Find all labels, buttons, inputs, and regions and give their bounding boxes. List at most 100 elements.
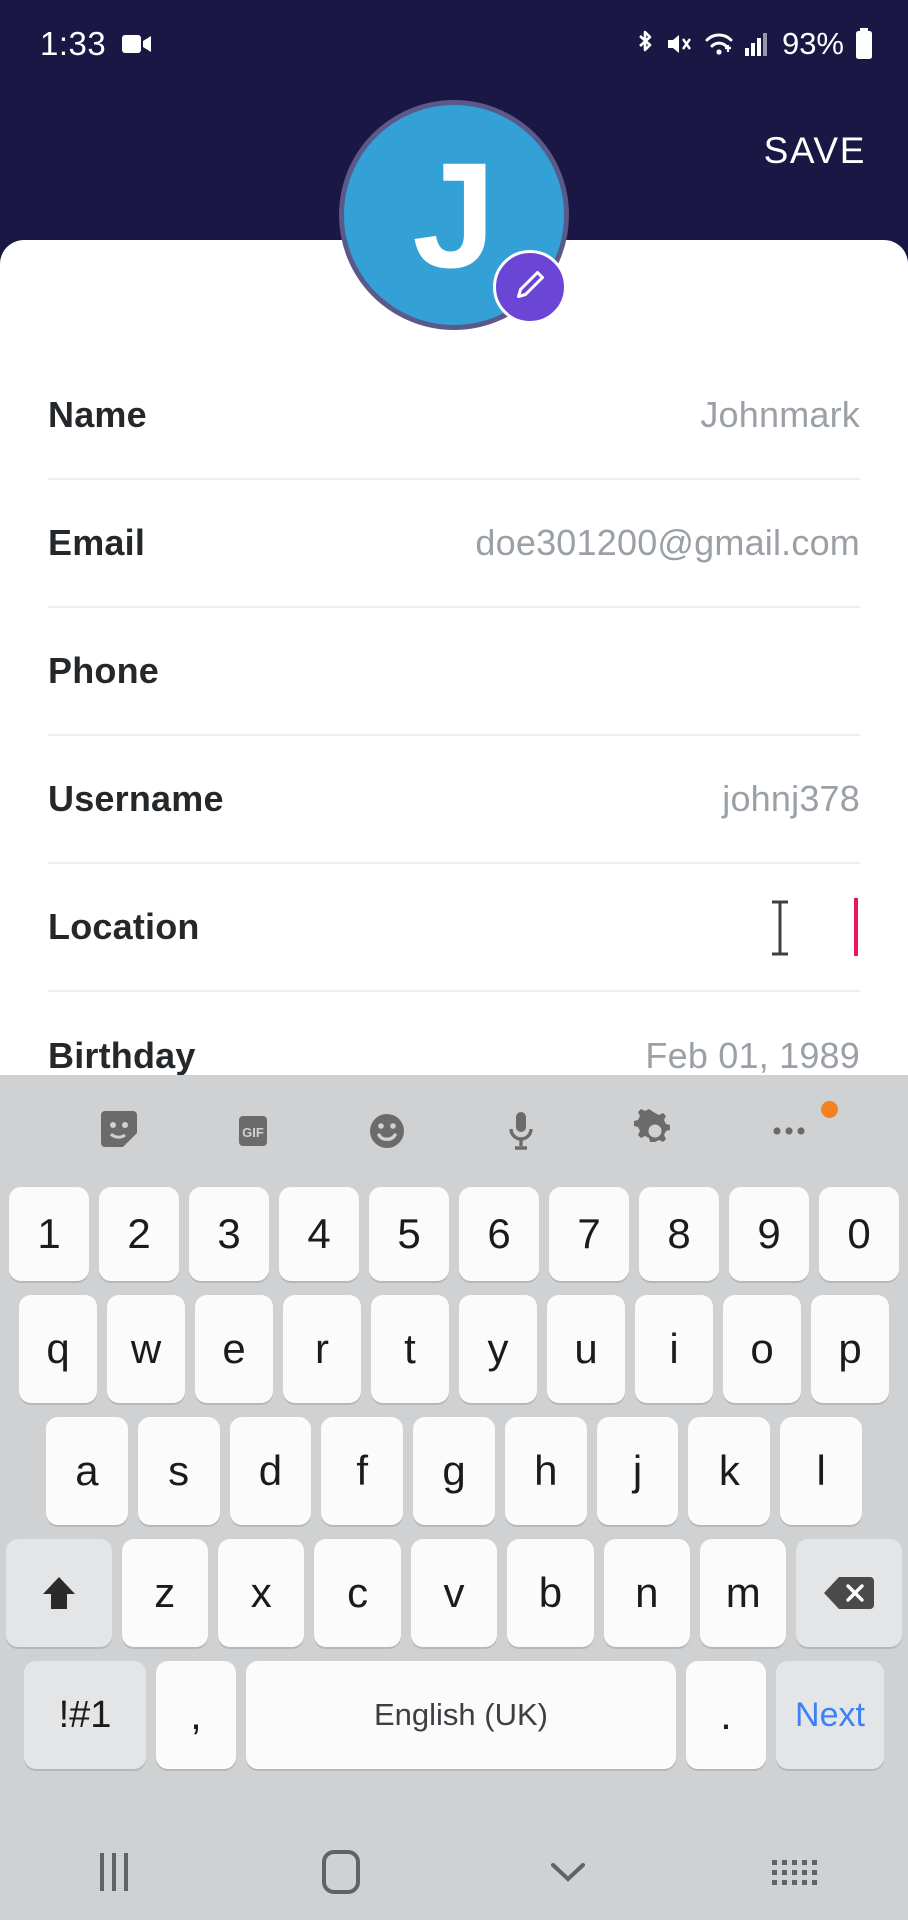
key-u[interactable]: u bbox=[547, 1295, 625, 1403]
keyboard-row-bottom: z x c v b n m bbox=[5, 1539, 903, 1647]
keyboard-row-home: a s d f g h j k l bbox=[6, 1417, 902, 1525]
key-4[interactable]: 4 bbox=[279, 1187, 359, 1281]
key-3[interactable]: 3 bbox=[189, 1187, 269, 1281]
key-r[interactable]: r bbox=[283, 1295, 361, 1403]
field-label: Email bbox=[48, 522, 146, 563]
key-j[interactable]: j bbox=[596, 1417, 679, 1525]
battery-percent: 93% bbox=[781, 26, 844, 61]
home-icon[interactable] bbox=[227, 1850, 454, 1894]
key-g[interactable]: g bbox=[413, 1417, 495, 1525]
field-label: Birthday bbox=[48, 1035, 196, 1075]
key-6[interactable]: 6 bbox=[459, 1187, 539, 1281]
key-d[interactable]: d bbox=[229, 1417, 312, 1525]
field-label: Name bbox=[48, 394, 147, 435]
field-label: Phone bbox=[48, 650, 160, 691]
field-row-email[interactable]: Email doe301200@gmail.com bbox=[48, 480, 860, 608]
backspace-icon[interactable] bbox=[796, 1539, 903, 1647]
key-i[interactable]: i bbox=[635, 1295, 713, 1403]
key-b[interactable]: b bbox=[507, 1539, 594, 1647]
key-t[interactable]: t bbox=[371, 1295, 449, 1403]
hide-keyboard-icon[interactable] bbox=[454, 1857, 681, 1887]
period-key[interactable]: . bbox=[686, 1661, 766, 1769]
key-9[interactable]: 9 bbox=[729, 1187, 809, 1281]
key-s[interactable]: s bbox=[137, 1417, 220, 1525]
keyboard-toolbar: GIF bbox=[0, 1075, 908, 1187]
status-time: 1:33 bbox=[40, 25, 107, 62]
key-k[interactable]: k bbox=[688, 1417, 771, 1525]
status-bar-right: 93% bbox=[634, 26, 874, 62]
key-z[interactable]: z bbox=[121, 1539, 208, 1647]
key-p[interactable]: p bbox=[811, 1295, 889, 1403]
battery-icon bbox=[854, 28, 874, 60]
key-e[interactable]: e bbox=[195, 1295, 273, 1403]
field-value[interactable]: johnj378 bbox=[722, 778, 860, 820]
key-y[interactable]: y bbox=[459, 1295, 537, 1403]
key-n[interactable]: n bbox=[603, 1539, 691, 1647]
bluetooth-icon bbox=[634, 29, 656, 59]
field-value[interactable]: Feb 01, 1989 bbox=[645, 1035, 860, 1075]
recents-icon[interactable] bbox=[0, 1853, 227, 1891]
field-row-username[interactable]: Username johnj378 bbox=[48, 736, 860, 864]
keyboard-rows: 1 2 3 4 5 6 7 8 9 0 q w e r t y u i o p … bbox=[0, 1187, 908, 1769]
system-nav-bar bbox=[0, 1824, 908, 1920]
field-row-location[interactable]: Location bbox=[48, 864, 860, 992]
mute-vibrate-icon bbox=[666, 31, 694, 57]
field-label: Username bbox=[48, 778, 224, 819]
profile-card: Name Johnmark Email doe301200@gmail.com … bbox=[0, 240, 908, 1075]
key-1[interactable]: 1 bbox=[9, 1187, 89, 1281]
key-a[interactable]: a bbox=[45, 1417, 128, 1525]
shift-up-arrow-icon[interactable] bbox=[5, 1539, 112, 1647]
signal-icon bbox=[744, 31, 768, 57]
phone-screen: 1:33 93% SAVE Name Johnmark Email doe301… bbox=[0, 0, 908, 1920]
key-x[interactable]: x bbox=[217, 1539, 305, 1647]
key-h[interactable]: h bbox=[504, 1417, 587, 1525]
field-value[interactable]: doe301200@gmail.com bbox=[475, 522, 860, 564]
more-options-icon[interactable] bbox=[722, 1075, 856, 1187]
avatar[interactable]: J bbox=[339, 100, 569, 330]
wifi-icon bbox=[704, 31, 734, 57]
on-screen-keyboard: GIF 1 2 3 4 5 6 7 8 9 0 q w e r t y u i … bbox=[0, 1075, 908, 1920]
key-7[interactable]: 7 bbox=[549, 1187, 629, 1281]
screen-record-icon bbox=[122, 33, 152, 55]
key-w[interactable]: w bbox=[107, 1295, 185, 1403]
space-key[interactable]: English (UK) bbox=[246, 1661, 676, 1769]
key-m[interactable]: m bbox=[700, 1539, 787, 1647]
field-value[interactable]: Johnmark bbox=[700, 394, 860, 436]
settings-gear-icon[interactable] bbox=[588, 1075, 722, 1187]
profile-fields: Name Johnmark Email doe301200@gmail.com … bbox=[0, 240, 908, 1075]
svg-text:GIF: GIF bbox=[242, 1125, 264, 1140]
keyboard-row-numbers: 1 2 3 4 5 6 7 8 9 0 bbox=[6, 1187, 902, 1281]
pencil-icon bbox=[511, 266, 549, 309]
key-8[interactable]: 8 bbox=[639, 1187, 719, 1281]
key-q[interactable]: q bbox=[19, 1295, 97, 1403]
key-c[interactable]: c bbox=[314, 1539, 401, 1647]
key-l[interactable]: l bbox=[780, 1417, 863, 1525]
avatar-edit-button[interactable] bbox=[493, 250, 567, 324]
field-row-phone[interactable]: Phone bbox=[48, 608, 860, 736]
save-button[interactable]: SAVE bbox=[764, 130, 866, 172]
keyboard-row-space: !#1 , English (UK) . Next bbox=[6, 1661, 902, 1769]
sticker-icon[interactable] bbox=[52, 1075, 186, 1187]
keyboard-row-top: q w e r t y u i o p bbox=[6, 1295, 902, 1403]
emoji-icon[interactable] bbox=[320, 1075, 454, 1187]
key-f[interactable]: f bbox=[321, 1417, 404, 1525]
key-2[interactable]: 2 bbox=[99, 1187, 179, 1281]
status-bar-left: 1:33 bbox=[40, 25, 152, 63]
field-row-name[interactable]: Name Johnmark bbox=[48, 352, 860, 480]
text-cursor-icon bbox=[766, 900, 794, 956]
keyboard-switcher-icon[interactable] bbox=[681, 1859, 908, 1885]
key-v[interactable]: v bbox=[410, 1539, 498, 1647]
comma-key[interactable]: , bbox=[156, 1661, 236, 1769]
key-o[interactable]: o bbox=[723, 1295, 801, 1403]
next-key[interactable]: Next bbox=[776, 1661, 884, 1769]
text-caret bbox=[854, 898, 858, 956]
gif-icon[interactable]: GIF bbox=[186, 1075, 320, 1187]
field-row-birthday[interactable]: Birthday Feb 01, 1989 bbox=[48, 992, 860, 1075]
status-bar: 1:33 93% bbox=[0, 0, 908, 88]
symbols-key[interactable]: !#1 bbox=[24, 1661, 146, 1769]
field-label: Location bbox=[48, 906, 200, 947]
microphone-icon[interactable] bbox=[454, 1075, 588, 1187]
key-5[interactable]: 5 bbox=[369, 1187, 449, 1281]
notification-dot bbox=[821, 1101, 838, 1118]
key-0[interactable]: 0 bbox=[819, 1187, 899, 1281]
